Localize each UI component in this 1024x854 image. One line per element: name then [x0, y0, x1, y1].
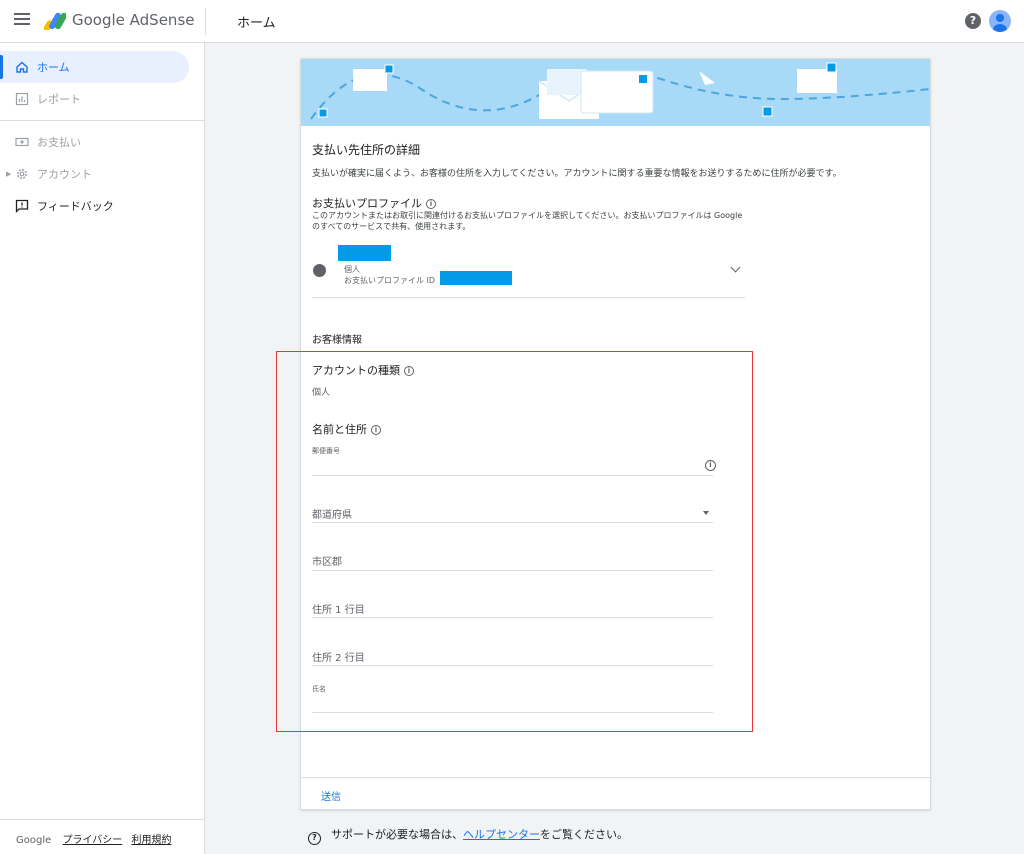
header-divider [205, 8, 206, 35]
sidebar: ホーム レポート お支払い ▶ アカウント フィードバック Google プライ… [0, 43, 205, 854]
payment-address-card: 支払い先住所の詳細 支払いが確実に届くよう、お客様の住所を入力してください。アカ… [276, 58, 931, 810]
support-suffix: をご覧ください。 [540, 828, 628, 841]
sidebar-item-account: ▶ アカウント [0, 158, 189, 190]
feedback-icon [15, 199, 29, 213]
account-avatar-icon[interactable] [989, 10, 1011, 32]
support-prefix: サポートが必要な場合は、 [331, 828, 463, 841]
gear-icon [17, 169, 27, 179]
adsense-logo-icon [44, 12, 66, 30]
info-icon[interactable]: i [426, 199, 436, 209]
support-message: ? サポートが必要な場合は、ヘルプセンターをご覧ください。 [308, 826, 628, 845]
payment-profile-description: このアカウントまたはお取引に関連付けるお支払いプロファイルを選択してください。お… [312, 211, 743, 231]
page-title: ホーム [237, 16, 276, 31]
redacted-profile-id [440, 271, 512, 285]
help-circle-icon: ? [308, 832, 321, 845]
brand-name: Google AdSense [72, 11, 195, 29]
sidebar-footer: Google プライバシー 利用規約 [0, 819, 205, 854]
sidebar-item-label: お支払い [37, 136, 81, 149]
card-footer: 送信 [301, 777, 930, 810]
sidebar-item-label: アカウント [37, 168, 92, 181]
sidebar-item-reports: レポート [0, 83, 189, 115]
submit-button[interactable]: 送信 [321, 788, 341, 803]
payment-icon [15, 137, 29, 147]
payment-profile-label: お支払いプロファイル [312, 197, 422, 210]
sidebar-item-label: フィードバック [37, 200, 114, 213]
redacted-profile-name [338, 245, 391, 261]
menu-icon[interactable] [14, 13, 30, 27]
sidebar-item-payments: お支払い [0, 126, 189, 158]
privacy-link[interactable]: プライバシー [62, 835, 122, 846]
sidebar-item-label: レポート [37, 93, 81, 106]
payment-profile-title: お支払いプロファイル i [312, 195, 436, 211]
payment-profile-selector[interactable]: 個人 お支払いプロファイル ID [312, 245, 745, 298]
bar-chart-icon [15, 92, 29, 106]
help-circle-icon[interactable]: ? [965, 13, 981, 29]
home-icon [16, 61, 28, 73]
expand-arrow-icon: ▶ [6, 170, 12, 178]
section-description: 支払いが確実に届くよう、お客様の住所を入力してください。アカウントに関する重要な… [312, 169, 842, 179]
section-title: 支払い先住所の詳細 [312, 143, 421, 157]
sidebar-divider [0, 120, 205, 121]
terms-link[interactable]: 利用規約 [131, 835, 171, 846]
highlight-box [276, 351, 753, 732]
sidebar-item-label: ホーム [37, 61, 70, 74]
help-center-link[interactable]: ヘルプセンター [463, 828, 540, 841]
top-app-bar: Google AdSense ホーム ? [0, 0, 1024, 43]
profile-id-text: お支払いプロファイル ID [344, 276, 436, 285]
chevron-down-icon[interactable] [730, 262, 741, 273]
sidebar-item-feedback[interactable]: フィードバック [0, 190, 189, 222]
profile-id-label: お支払いプロファイル ID [344, 275, 435, 286]
person-icon [313, 264, 326, 277]
customer-info-heading: お客様情報 [312, 335, 362, 346]
profile-type: 個人 [344, 265, 360, 274]
mail-banner-illustration [301, 59, 930, 126]
google-wordmark: Google [16, 835, 52, 846]
sidebar-item-home[interactable]: ホーム [0, 51, 189, 83]
